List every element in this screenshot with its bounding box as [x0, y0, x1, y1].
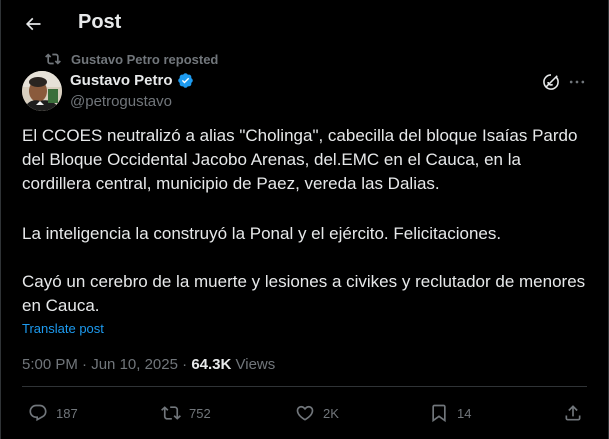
post-paragraph-3: Cayó un cerebro de la muerte y lesiones … [22, 272, 586, 315]
action-bar: 187 752 2K 14 [1, 397, 609, 433]
bookmark-button[interactable]: 14 [429, 403, 471, 423]
share-icon [565, 405, 581, 421]
meta-separator: · [82, 356, 88, 373]
avatar-photo [22, 71, 62, 111]
like-count: 2K [323, 405, 339, 421]
grok-icon [543, 74, 559, 90]
avatar[interactable] [22, 71, 62, 111]
views-label: Views [235, 356, 276, 373]
reply-count: 187 [56, 405, 78, 421]
post-paragraph-2: La inteligencia la construyó la Ponal y … [22, 224, 502, 243]
post-page: Post Gustavo Petro reposted Gustavo Petr… [0, 0, 609, 439]
reply-icon [29, 404, 47, 422]
back-arrow-icon [25, 17, 41, 31]
bookmark-icon [432, 404, 446, 423]
repost-indicator[interactable]: Gustavo Petro reposted [45, 51, 218, 67]
meta-separator: · [182, 356, 188, 373]
more-options-button[interactable] [567, 72, 587, 97]
grok-button[interactable] [541, 72, 561, 97]
share-button[interactable] [563, 403, 583, 423]
repost-button[interactable]: 752 [161, 403, 211, 423]
more-icon [569, 80, 585, 84]
page-title: Post [78, 11, 122, 33]
like-icon [296, 405, 314, 421]
page-header: Post [1, 0, 608, 48]
post-date[interactable]: Jun 10, 2025 [91, 356, 178, 373]
post-paragraph-1: El CCOES neutralizó a alias "Cholinga", … [22, 126, 578, 193]
like-button[interactable]: 2K [295, 403, 339, 423]
verified-badge-icon[interactable] [177, 72, 194, 89]
author-name-row[interactable]: Gustavo Petro [70, 72, 194, 89]
bookmark-count: 14 [457, 405, 472, 421]
views-count: 64.3K [191, 356, 232, 373]
post-meta: 5:00 PM · Jun 10, 2025 · 64.3K Views [22, 356, 275, 373]
back-button[interactable] [19, 10, 47, 38]
post-time[interactable]: 5:00 PM [22, 356, 78, 373]
divider [22, 386, 587, 387]
repost-icon [161, 406, 181, 420]
author-handle[interactable]: @petrogustavo [70, 93, 172, 110]
translate-post-link[interactable]: Translate post [22, 321, 104, 336]
repost-label: Gustavo Petro reposted [71, 51, 219, 67]
reply-button[interactable]: 187 [28, 403, 78, 423]
repost-count: 752 [189, 405, 211, 421]
repost-icon [45, 53, 61, 65]
author-name[interactable]: Gustavo Petro [70, 72, 173, 89]
